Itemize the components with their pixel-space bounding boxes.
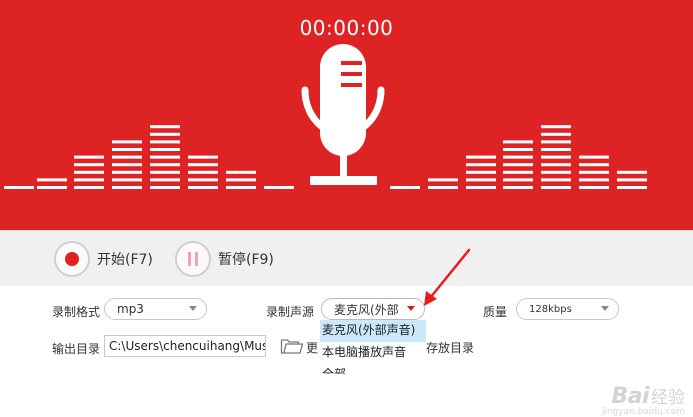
- source-select[interactable]: 麦克风(外部: [321, 298, 425, 320]
- watermark-url: jingyan.baidu.com: [601, 407, 685, 417]
- audio-level-bar: [579, 155, 609, 189]
- quality-label: 质量: [483, 305, 508, 319]
- audio-level-bar: [428, 178, 458, 189]
- baidu-watermark: Bai 经验 jingyan.baidu.com: [602, 383, 685, 417]
- audio-level-bar: [264, 186, 294, 189]
- dropdown-option-system-audio[interactable]: 本电脑播放声音: [320, 342, 426, 364]
- source-dropdown-menu: 麦克风(外部声音) 本电脑播放声音 全部: [320, 320, 426, 374]
- audio-level-bar: [503, 140, 533, 189]
- dropdown-option-microphone[interactable]: 麦克风(外部声音): [320, 320, 426, 342]
- output-label: 输出目录: [52, 342, 101, 356]
- audio-level-bar: [226, 170, 256, 189]
- start-button-label: 开始(F7): [97, 252, 153, 268]
- audio-level-bar: [4, 186, 34, 189]
- source-label: 录制声源: [266, 305, 315, 319]
- audio-level-bar: [112, 140, 142, 189]
- audio-level-bar: [37, 178, 67, 189]
- chevron-down-icon: [407, 306, 415, 311]
- change-directory-button[interactable]: 更: [306, 339, 320, 356]
- audio-level-bar: [150, 125, 180, 189]
- quality-value: 128kbps: [529, 303, 572, 315]
- chevron-down-icon: [189, 306, 197, 311]
- format-value: mp3: [117, 302, 144, 316]
- pause-button[interactable]: 暂停(F9): [175, 240, 274, 278]
- quality-select[interactable]: 128kbps: [516, 298, 619, 320]
- chevron-down-icon: [601, 306, 609, 311]
- folder-icon[interactable]: [280, 337, 304, 355]
- dropdown-option-all[interactable]: 全部: [320, 364, 426, 374]
- watermark-cn: 经验: [651, 388, 685, 408]
- control-bar: 开始(F7) 暂停(F9): [0, 230, 693, 286]
- recorder-header: 00:00:00: [0, 0, 693, 230]
- audio-level-bar: [617, 170, 647, 189]
- audio-level-bar: [74, 155, 104, 189]
- pause-icon: [175, 241, 211, 277]
- audio-level-bar: [541, 125, 571, 189]
- audio-visualizer: [4, 44, 647, 189]
- audio-level-bar: [390, 186, 420, 189]
- source-value: 麦克风(外部: [334, 302, 399, 317]
- audio-level-bar: [466, 155, 496, 189]
- record-icon: [54, 241, 90, 277]
- open-directory-button[interactable]: 存放目录: [426, 339, 474, 356]
- pause-button-label: 暂停(F9): [218, 252, 274, 268]
- microphone-icon: [301, 44, 385, 185]
- format-select[interactable]: mp3: [104, 298, 207, 320]
- audio-level-bar: [188, 155, 218, 189]
- format-label: 录制格式: [52, 305, 101, 319]
- output-path-input[interactable]: C:\Users\chencuihang\Music: [104, 335, 266, 357]
- watermark-brand: Bai: [611, 384, 649, 409]
- start-button[interactable]: 开始(F7): [54, 240, 153, 278]
